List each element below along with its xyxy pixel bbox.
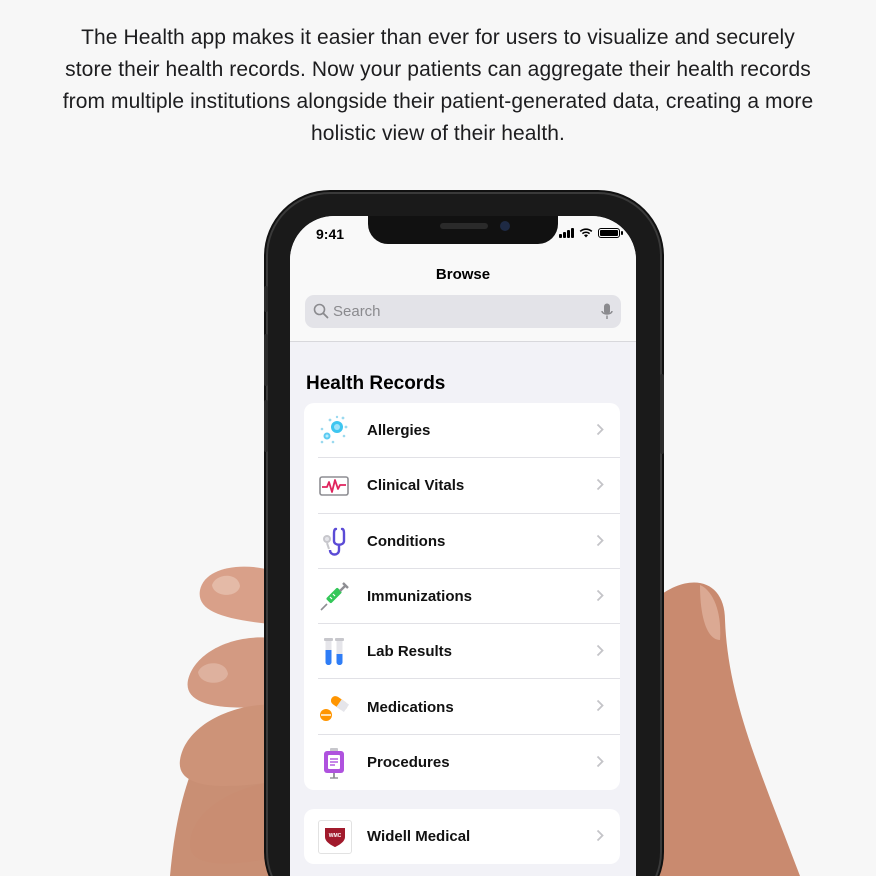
list-item-label: Conditions xyxy=(367,532,446,550)
stethoscope-icon xyxy=(318,526,350,558)
chevron-right-icon xyxy=(596,755,604,767)
list-item-label: Immunizations xyxy=(367,588,473,606)
page-title: Browse xyxy=(435,266,491,283)
chevron-right-icon xyxy=(596,589,604,602)
list-item-conditions[interactable]: Conditions xyxy=(304,514,620,569)
pill-icon xyxy=(318,691,350,723)
chevron-right-icon xyxy=(596,700,604,712)
list-item-label: Widell Medical xyxy=(367,828,471,846)
chevron-right-icon xyxy=(596,423,604,436)
notch xyxy=(368,216,558,244)
clipboard-icon xyxy=(318,747,350,779)
syringe-icon xyxy=(318,581,350,613)
search-bar[interactable] xyxy=(305,295,621,328)
health-records-list: Allergies Clinical Vitals Conditions Imm… xyxy=(304,403,620,790)
list-item-label: Clinical Vitals xyxy=(367,477,465,495)
signal-icon xyxy=(559,228,574,238)
vitals-icon xyxy=(318,470,350,502)
allergies-icon xyxy=(318,415,350,447)
search-input[interactable] xyxy=(333,295,583,328)
list-item-label: Lab Results xyxy=(367,643,453,661)
chevron-right-icon xyxy=(596,829,604,842)
status-time: 9:41 xyxy=(316,226,345,242)
microphone-icon[interactable] xyxy=(601,303,613,321)
chevron-right-icon xyxy=(596,534,604,546)
list-item-label: Procedures xyxy=(367,753,450,771)
chevron-right-icon xyxy=(596,645,604,657)
wifi-icon xyxy=(579,228,593,238)
battery-icon xyxy=(598,228,623,238)
section-title: Health Records xyxy=(306,373,446,394)
navigation-bar: 9:41 Browse xyxy=(290,216,636,342)
list-item-immunizations[interactable]: Immunizations xyxy=(304,569,620,625)
list-item-clinical-vitals[interactable]: Clinical Vitals xyxy=(304,458,620,514)
intro-paragraph: The Health app makes it easier than ever… xyxy=(62,26,814,145)
search-icon xyxy=(313,303,329,319)
chevron-right-icon xyxy=(596,479,604,491)
list-item-label: Medications xyxy=(367,698,454,716)
list-item-procedures[interactable]: Procedures xyxy=(304,735,620,790)
list-item-widell-medical[interactable]: WMC Widell Medical xyxy=(304,809,620,864)
status-icons xyxy=(559,228,623,238)
list-item-allergies[interactable]: Allergies xyxy=(304,403,620,459)
list-item-lab-results[interactable]: Lab Results xyxy=(304,624,620,680)
shield-logo-icon: WMC xyxy=(318,820,352,854)
test-tubes-icon xyxy=(318,636,350,668)
provider-logo-text: WMC xyxy=(329,833,342,839)
providers-list: WMC Widell Medical xyxy=(304,809,620,864)
phone-screen: 9:41 Browse Search Health Records Allerg… xyxy=(290,216,636,876)
list-item-medications[interactable]: Medications xyxy=(304,679,620,735)
list-item-label: Allergies xyxy=(367,422,431,440)
